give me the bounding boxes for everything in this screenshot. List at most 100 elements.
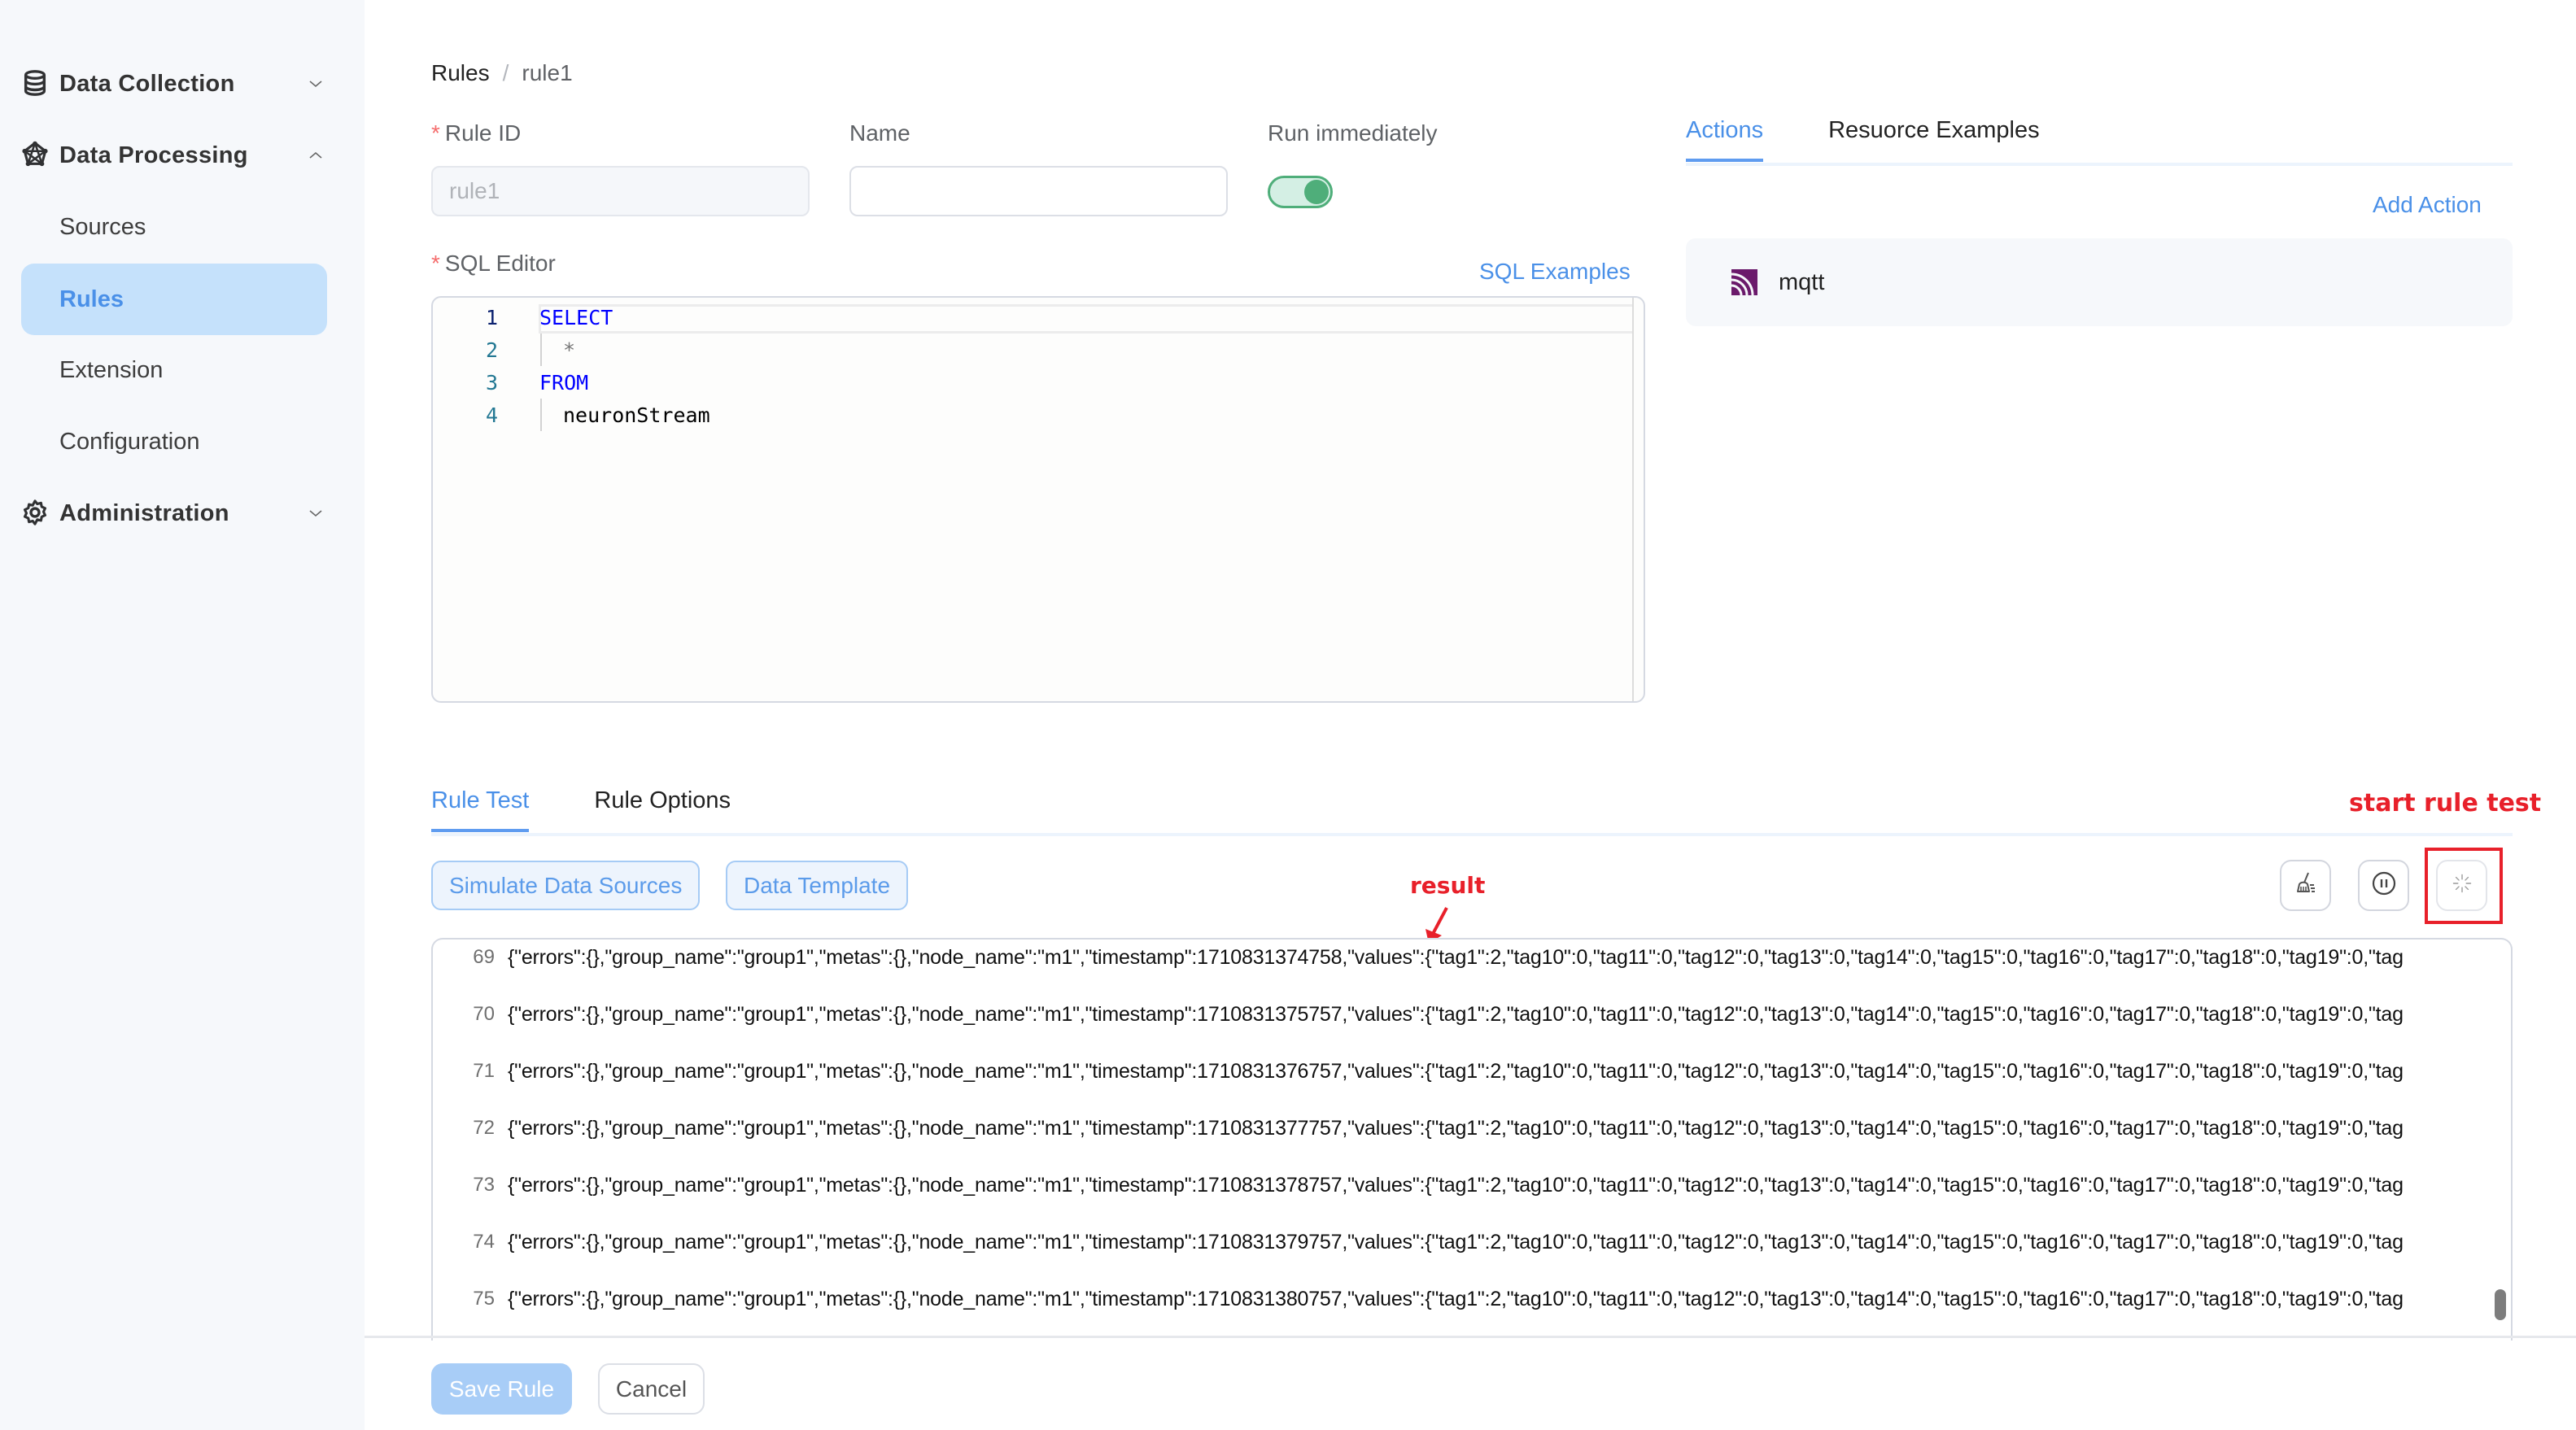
sidebar-group-label: Data Collection bbox=[59, 70, 235, 97]
sql-editor[interactable]: 1 SELECT 2 * 3 FROM 4 neuronStream bbox=[431, 296, 1645, 703]
log-text: {"errors":{},"group_name":"group1","meta… bbox=[508, 1002, 2404, 1026]
log-row: 71 {"errors":{},"group_name":"group1","m… bbox=[433, 1055, 2404, 1088]
sidebar-item-rules[interactable]: Rules bbox=[21, 264, 327, 335]
line-number: 4 bbox=[485, 403, 498, 427]
code-text: * bbox=[563, 338, 576, 362]
code-text: FROM bbox=[539, 370, 589, 395]
log-row: 72 {"errors":{},"group_name":"group1","m… bbox=[433, 1112, 2404, 1144]
chevron-down-icon bbox=[308, 505, 324, 521]
start-test-annotation: start rule test bbox=[2349, 789, 2542, 817]
log-text: {"errors":{},"group_name":"group1","meta… bbox=[508, 1059, 2404, 1083]
rule-id-label: * Rule ID bbox=[431, 120, 522, 146]
log-line-number: 72 bbox=[473, 1117, 495, 1139]
sql-examples-link[interactable]: SQL Examples bbox=[1479, 259, 1631, 285]
sidebar-group-label: Administration bbox=[59, 499, 229, 526]
log-row: 70 {"errors":{},"group_name":"group1","m… bbox=[433, 998, 2404, 1031]
sidebar: Data Collection Data Processing Sources … bbox=[0, 0, 365, 1430]
required-asterisk: * bbox=[431, 120, 440, 146]
clear-log-button[interactable] bbox=[2280, 860, 2331, 911]
log-text: {"errors":{},"group_name":"group1","meta… bbox=[508, 1116, 2404, 1140]
log-scrollbar-thumb[interactable] bbox=[2495, 1289, 2506, 1320]
indent-guide bbox=[540, 334, 542, 366]
log-row: 74 {"errors":{},"group_name":"group1","m… bbox=[433, 1226, 2404, 1258]
log-line-number: 69 bbox=[473, 946, 495, 968]
sidebar-group-label: Data Processing bbox=[59, 142, 248, 168]
code-line: 4 neuronStream bbox=[433, 399, 710, 431]
simulate-data-sources-button[interactable]: Simulate Data Sources bbox=[431, 861, 701, 910]
rule-test-tab-divider bbox=[431, 833, 2513, 836]
name-input[interactable] bbox=[849, 166, 1228, 216]
code-line: 2 * bbox=[433, 334, 575, 366]
log-line-number: 73 bbox=[473, 1174, 495, 1196]
tab-resource-examples[interactable]: Resuorce Examples bbox=[1828, 117, 2040, 160]
mqtt-icon bbox=[1731, 269, 1757, 296]
sidebar-item-label: Sources bbox=[59, 213, 146, 240]
sidebar-group-data-processing[interactable]: Data Processing bbox=[0, 123, 365, 188]
sidebar-item-label: Rules bbox=[59, 286, 124, 312]
processing-network-icon bbox=[21, 141, 49, 168]
log-row: 75 {"errors":{},"group_name":"group1","m… bbox=[433, 1283, 2404, 1315]
gear-icon bbox=[21, 499, 49, 526]
log-line-number: 71 bbox=[473, 1060, 495, 1082]
run-immediately-toggle[interactable] bbox=[1268, 176, 1333, 208]
result-annotation: result bbox=[1410, 872, 1486, 899]
log-text: {"errors":{},"group_name":"group1","meta… bbox=[508, 1287, 2404, 1310]
test-result-log[interactable]: 69 {"errors":{},"group_name":"group1","m… bbox=[431, 938, 2513, 1341]
breadcrumb-current: rule1 bbox=[522, 60, 573, 85]
sidebar-group-data-collection[interactable]: Data Collection bbox=[0, 51, 365, 116]
sidebar-item-configuration[interactable]: Configuration bbox=[21, 406, 327, 477]
pause-button[interactable] bbox=[2358, 860, 2409, 911]
rule-id-input[interactable] bbox=[431, 166, 810, 216]
log-line-number: 70 bbox=[473, 1003, 495, 1025]
required-asterisk: * bbox=[431, 251, 440, 276]
indent-guide bbox=[540, 399, 542, 431]
footer-divider bbox=[365, 1336, 2576, 1338]
tab-rule-test[interactable]: Rule Test bbox=[431, 787, 530, 832]
sidebar-item-label: Extension bbox=[59, 356, 164, 383]
chevron-up-icon bbox=[308, 147, 324, 163]
name-label: Name bbox=[849, 120, 910, 146]
log-text: {"errors":{},"group_name":"group1","meta… bbox=[508, 1230, 2404, 1253]
line-number: 2 bbox=[485, 338, 498, 362]
current-line-highlight bbox=[539, 304, 1634, 334]
line-number: 3 bbox=[485, 370, 498, 395]
breadcrumb-rules-link[interactable]: Rules bbox=[431, 60, 490, 86]
pause-circle-icon bbox=[2371, 870, 2397, 900]
breadcrumb: Rules / rule1 bbox=[431, 60, 573, 86]
log-row: 69 {"errors":{},"group_name":"group1","m… bbox=[433, 941, 2404, 974]
action-name: mqtt bbox=[1779, 268, 1825, 295]
log-line-number: 74 bbox=[473, 1231, 495, 1253]
database-icon bbox=[21, 69, 49, 97]
start-test-annotation-box bbox=[2425, 848, 2503, 924]
code-line: 3 FROM bbox=[433, 366, 588, 399]
chevron-down-icon bbox=[308, 76, 324, 92]
code-text: neuronStream bbox=[563, 403, 710, 427]
broom-icon bbox=[2293, 870, 2319, 900]
sidebar-item-sources[interactable]: Sources bbox=[21, 191, 327, 263]
code-text: SELECT bbox=[539, 305, 613, 329]
rule-test-tabs: Rule Test Rule Options bbox=[431, 787, 796, 832]
data-template-button[interactable]: Data Template bbox=[726, 861, 909, 910]
sidebar-item-label: Configuration bbox=[59, 428, 200, 455]
tab-rule-options[interactable]: Rule Options bbox=[594, 787, 731, 831]
tab-actions[interactable]: Actions bbox=[1686, 117, 1764, 162]
action-card-mqtt[interactable]: mqtt bbox=[1686, 238, 2513, 326]
add-action-link[interactable]: Add Action bbox=[2373, 192, 2482, 218]
cancel-button[interactable]: Cancel bbox=[598, 1363, 705, 1415]
editor-scrollbar-track[interactable] bbox=[1632, 298, 1634, 701]
actions-tabs: Actions Resuorce Examples bbox=[1686, 117, 2105, 162]
log-row: 73 {"errors":{},"group_name":"group1","m… bbox=[433, 1169, 2404, 1201]
log-text: {"errors":{},"group_name":"group1","meta… bbox=[508, 1173, 2404, 1197]
sidebar-item-extension[interactable]: Extension bbox=[21, 334, 327, 406]
code-line: 1 SELECT bbox=[433, 301, 613, 334]
log-text: {"errors":{},"group_name":"group1","meta… bbox=[508, 945, 2404, 969]
log-line-number: 75 bbox=[473, 1288, 495, 1310]
line-number: 1 bbox=[485, 305, 498, 329]
save-rule-button[interactable]: Save Rule bbox=[431, 1363, 572, 1415]
sql-editor-label: * SQL Editor bbox=[431, 251, 556, 276]
actions-tab-divider bbox=[1686, 163, 2513, 166]
sidebar-group-administration[interactable]: Administration bbox=[0, 481, 365, 546]
toggle-knob bbox=[1304, 180, 1329, 204]
run-immediately-label: Run immediately bbox=[1268, 120, 1438, 146]
breadcrumb-separator: / bbox=[502, 60, 509, 85]
